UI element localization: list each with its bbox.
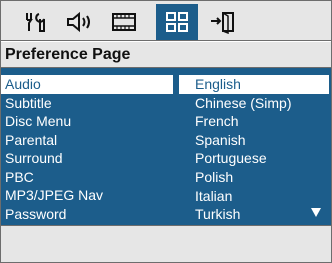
option-item-spanish[interactable]: Spanish <box>179 131 329 150</box>
video-setup-icon <box>112 13 136 31</box>
tab-audio-setup[interactable] <box>59 7 101 37</box>
option-item-english[interactable]: English <box>179 75 329 94</box>
option-item-portuguese[interactable]: Portuguese <box>179 149 329 168</box>
category-item-mp3-jpeg-nav[interactable]: MP3/JPEG Nav <box>1 186 173 205</box>
category-item-surround[interactable]: Surround <box>1 149 173 168</box>
category-item-pbc[interactable]: PBC <box>1 168 173 187</box>
option-list: English Chinese (Simp) French Spanish Po… <box>179 75 329 224</box>
option-item-turkish[interactable]: Turkish <box>179 205 329 224</box>
tab-exit[interactable] <box>202 7 244 37</box>
preference-setup-icon <box>166 12 188 32</box>
scroll-down-arrow-icon[interactable] <box>311 208 321 217</box>
status-bar <box>1 225 331 262</box>
category-item-audio[interactable]: Audio <box>1 75 173 94</box>
tab-general-setup[interactable] <box>15 7 57 37</box>
page-title: Preference Page <box>1 42 331 68</box>
tab-preference-setup[interactable] <box>156 4 198 40</box>
exit-icon <box>211 12 234 34</box>
category-item-password[interactable]: Password <box>1 205 173 224</box>
option-item-chinese-simp[interactable]: Chinese (Simp) <box>179 94 329 113</box>
general-setup-icon <box>26 13 45 32</box>
settings-panel: Audio Subtitle Disc Menu Parental Surrou… <box>1 68 331 225</box>
category-list: Audio Subtitle Disc Menu Parental Surrou… <box>1 75 173 223</box>
option-item-italian[interactable]: Italian <box>179 187 329 206</box>
category-item-subtitle[interactable]: Subtitle <box>1 94 173 113</box>
setup-menu: Preference Page Audio Subtitle Disc Menu… <box>0 0 332 263</box>
audio-setup-icon <box>67 11 90 33</box>
option-item-polish[interactable]: Polish <box>179 168 329 187</box>
setup-tabs-bar <box>1 1 331 41</box>
tab-video-setup[interactable] <box>103 7 145 37</box>
category-item-disc-menu[interactable]: Disc Menu <box>1 112 173 131</box>
category-item-parental[interactable]: Parental <box>1 131 173 150</box>
option-item-french[interactable]: French <box>179 112 329 131</box>
